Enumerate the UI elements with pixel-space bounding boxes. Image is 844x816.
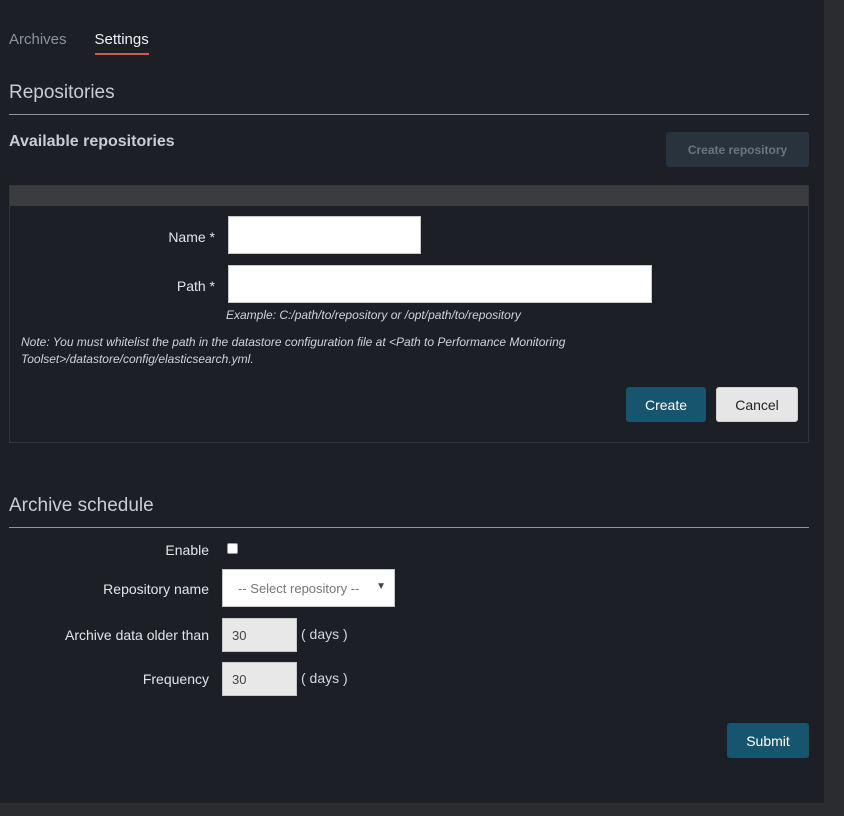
repository-form: Name * Path * Example: C:/path/to/reposi… [9,185,809,443]
repositories-heading: Repositories [9,82,115,103]
tab-bar: Archives Settings [9,31,177,55]
repository-select-value: -- Select repository -- [238,581,360,596]
create-repository-button[interactable]: Create repository [666,132,809,167]
path-label: Path * [176,278,215,294]
name-input[interactable] [228,216,421,254]
create-button[interactable]: Create [626,387,706,422]
cancel-button[interactable]: Cancel [716,387,798,422]
archive-schedule-heading: Archive schedule [9,495,154,516]
archive-older-than-unit: ( days ) [301,626,348,642]
available-repositories-heading: Available repositories [9,133,175,150]
frequency-label: Frequency [142,671,209,687]
right-margin [824,0,844,816]
frequency-value: 30 [232,672,247,687]
enable-label: Enable [165,542,209,558]
archive-older-than-input[interactable]: 30 [222,618,297,652]
form-header-bar [10,186,808,206]
name-label: Name * [168,229,215,245]
repository-select[interactable]: -- Select repository -- ▼ [222,569,395,607]
chevron-down-icon: ▼ [376,581,386,592]
repository-name-label: Repository name [103,581,209,597]
enable-checkbox[interactable] [227,543,238,554]
submit-button[interactable]: Submit [727,723,809,758]
frequency-unit: ( days ) [301,670,348,686]
archive-older-than-value: 30 [232,628,247,643]
settings-panel: Archives Settings Repositories Available… [0,0,824,803]
bottom-margin [0,803,844,816]
archive-older-than-label: Archive data older than [65,627,209,643]
whitelist-note: Note: You must whitelist the path in the… [21,335,566,366]
repositories-divider [9,114,809,115]
frequency-input[interactable]: 30 [222,662,297,696]
path-input[interactable] [228,265,652,303]
tab-settings[interactable]: Settings [94,31,149,55]
archive-schedule-divider [9,527,809,528]
path-example-text: Example: C:/path/to/repository or /opt/p… [226,308,521,322]
tab-archives[interactable]: Archives [9,31,67,55]
